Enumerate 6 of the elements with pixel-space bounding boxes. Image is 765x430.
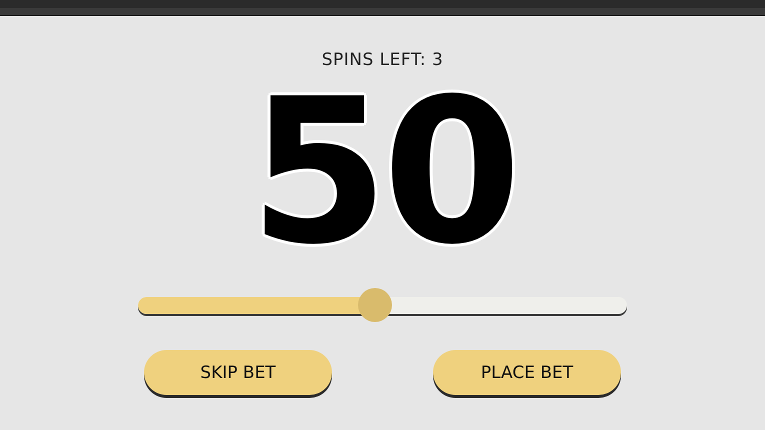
place-bet-button[interactable]: PLACE BET — [433, 350, 621, 395]
bet-value: 50 — [249, 88, 516, 258]
spins-left-label: SPINS LEFT: 3 — [322, 50, 444, 70]
bet-slider[interactable] — [138, 288, 627, 322]
skip-bet-button[interactable]: SKIP BET — [144, 350, 332, 395]
slider-thumb[interactable] — [358, 288, 392, 322]
